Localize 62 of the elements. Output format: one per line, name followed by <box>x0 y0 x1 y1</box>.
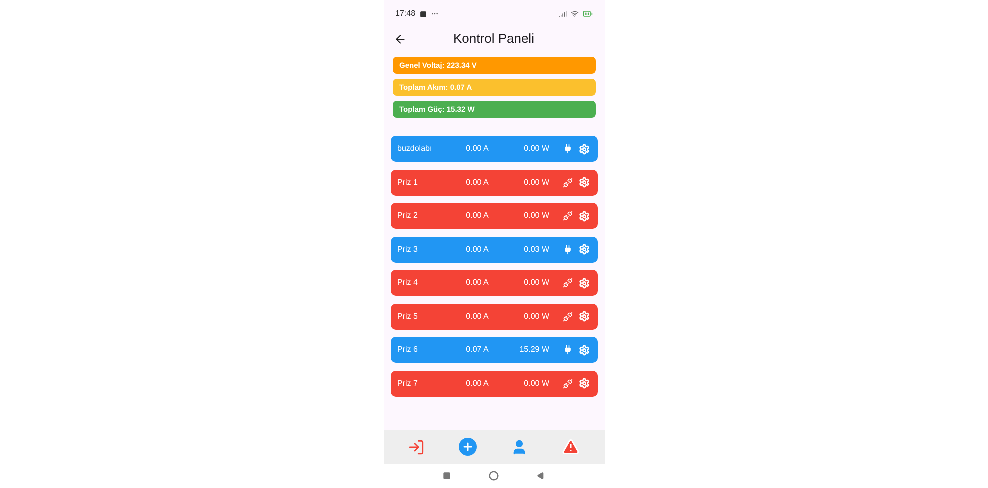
logout-button[interactable] <box>408 438 426 456</box>
app-title: Kontrol Paneli <box>454 30 534 48</box>
settings-button[interactable] <box>578 244 590 255</box>
device-power: 0.00 W <box>523 378 550 390</box>
power-toggle-button[interactable] <box>562 378 572 388</box>
add-button[interactable] <box>459 438 478 456</box>
device-row[interactable]: Priz 4 0.00 A 0.00 W <box>390 270 598 296</box>
device-name: Priz 5 <box>398 310 419 322</box>
plus-icon <box>462 441 474 453</box>
device-row[interactable]: Priz 6 0.07 A 15.29 W <box>390 337 598 363</box>
wifi-icon <box>570 10 578 18</box>
power-toggle-button[interactable] <box>562 211 572 221</box>
settings-button[interactable] <box>578 177 590 188</box>
settings-button[interactable] <box>578 210 590 222</box>
power-toggle-button[interactable] <box>562 312 572 322</box>
device-row[interactable]: Priz 2 0.00 A 0.00 W <box>390 203 598 229</box>
device-row[interactable]: Priz 1 0.00 A 0.00 W <box>390 170 598 196</box>
device-power: 0.00 W <box>523 143 550 155</box>
device-current: 0.00 A <box>465 176 490 188</box>
settings-button[interactable] <box>578 311 590 322</box>
device-name: buzdolabı <box>398 143 434 155</box>
notification-icon <box>420 10 427 18</box>
device-name: Priz 2 <box>398 210 419 222</box>
warning-button[interactable] <box>562 438 580 456</box>
device-power: 0.00 W <box>523 210 550 222</box>
device-current: 0.00 A <box>465 378 490 390</box>
device-row[interactable]: Priz 7 0.00 A 0.00 W <box>390 370 598 396</box>
device-row[interactable]: Priz 3 0.00 A 0.03 W <box>390 236 598 262</box>
settings-button[interactable] <box>578 144 590 154</box>
device-power: 0.00 W <box>523 176 550 188</box>
device-power: 15.29 W <box>518 344 550 356</box>
device-power: 0.00 W <box>523 277 550 289</box>
power-toggle-button[interactable] <box>562 178 572 188</box>
device-name: Priz 3 <box>398 244 419 256</box>
power-toggle-button[interactable] <box>562 345 572 355</box>
device-row[interactable]: buzdolabı 0.00 A 0.00 W <box>390 136 598 162</box>
battery-icon <box>582 9 592 19</box>
device-current: 0.00 A <box>465 143 490 155</box>
device-name: Priz 1 <box>398 176 419 188</box>
device-current: 0.00 A <box>465 210 490 222</box>
back-nav-button[interactable] <box>537 472 545 480</box>
device-current: 0.00 A <box>465 310 490 322</box>
power-toggle-button[interactable] <box>562 244 572 254</box>
device-name: Priz 4 <box>398 277 419 289</box>
device-power: 0.03 W <box>523 244 550 256</box>
settings-button[interactable] <box>578 344 590 356</box>
back-button[interactable] <box>394 32 406 46</box>
device-name: Priz 7 <box>398 378 419 390</box>
recents-button[interactable] <box>443 472 451 480</box>
power-toggle-button[interactable] <box>562 278 572 288</box>
home-button[interactable] <box>489 471 499 481</box>
settings-button[interactable] <box>578 278 590 288</box>
device-current: 0.00 A <box>465 244 490 256</box>
device-current: 0.07 A <box>465 344 490 356</box>
device-current: 0.00 A <box>465 277 490 289</box>
device-power: 0.00 W <box>523 310 550 322</box>
signal-icon <box>558 10 566 18</box>
device-row[interactable]: Priz 5 0.00 A 0.00 W <box>390 304 598 330</box>
status-time: 17:48 <box>396 8 416 20</box>
settings-button[interactable] <box>578 378 590 389</box>
device-name: Priz 6 <box>398 344 419 356</box>
power-toggle-button[interactable] <box>562 144 572 154</box>
